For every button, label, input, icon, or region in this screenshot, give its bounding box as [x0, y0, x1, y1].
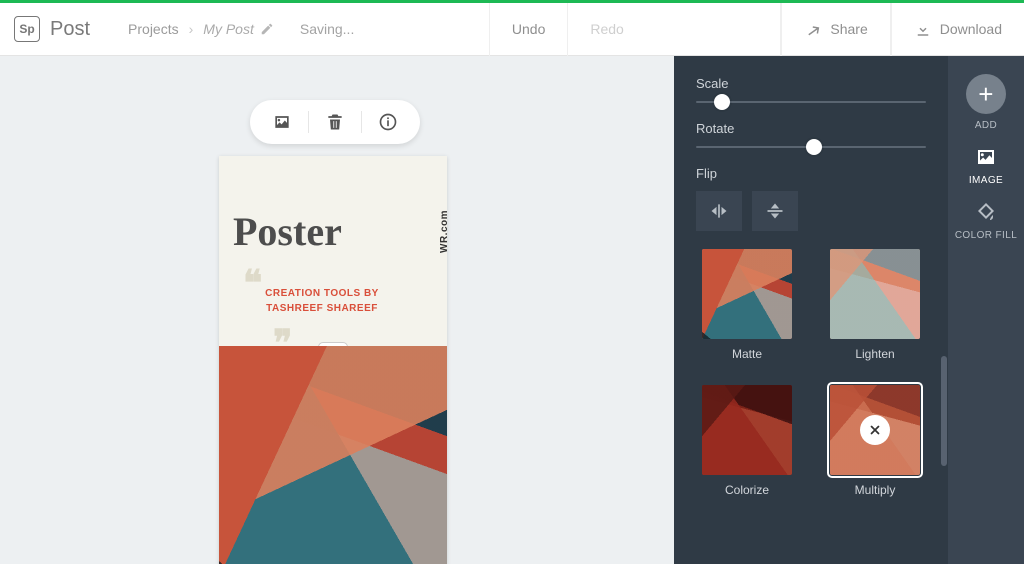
save-status: Saving... — [300, 21, 354, 37]
filter-grid: Matte Lighten Colorize Multiply — [696, 249, 926, 497]
image-tab[interactable]: IMAGE — [948, 145, 1024, 186]
color-fill-label: COLOR FILL — [955, 230, 1017, 241]
poster-image[interactable] — [219, 346, 447, 564]
right-rail: + ADD IMAGE COLOR FILL — [948, 56, 1024, 564]
share-label: Share — [830, 21, 867, 37]
scale-slider-thumb[interactable] — [714, 94, 730, 110]
poster-side-text[interactable]: WR.com — [439, 210, 450, 253]
color-fill-tab[interactable]: COLOR FILL — [948, 200, 1024, 241]
flip-horizontal-icon — [709, 202, 729, 220]
filter-colorize[interactable]: Colorize — [696, 385, 798, 497]
workarea: Poster WR.com ❝ CREATION TOOLS BY TASHRE… — [0, 56, 1024, 564]
filter-thumb — [830, 249, 920, 339]
redo-button[interactable]: Redo — [567, 3, 645, 56]
info-icon — [378, 112, 398, 132]
brand-logo: Sp — [14, 16, 40, 42]
share-button[interactable]: Share — [781, 3, 889, 56]
trash-icon — [325, 112, 345, 132]
chevron-right-icon: › — [189, 21, 194, 37]
poster-canvas[interactable]: Poster WR.com ❝ CREATION TOOLS BY TASHRE… — [219, 156, 447, 564]
filter-multiply[interactable]: Multiply — [824, 385, 926, 497]
image-icon — [974, 145, 998, 169]
download-label: Download — [940, 21, 1002, 37]
divider — [308, 111, 309, 133]
divider — [361, 111, 362, 133]
plus-icon: + — [966, 74, 1006, 114]
filter-label: Matte — [696, 347, 798, 361]
flip-label: Flip — [696, 166, 926, 181]
filter-thumb — [702, 249, 792, 339]
brand: Sp Post — [0, 16, 104, 42]
top-toolbar: Sp Post Projects › My Post Saving... Und… — [0, 3, 1024, 56]
add-button[interactable]: + ADD — [948, 74, 1024, 131]
flip-vertical-icon — [765, 202, 785, 220]
scale-label: Scale — [696, 76, 926, 91]
scale-slider[interactable] — [696, 101, 926, 103]
download-button[interactable]: Download — [891, 3, 1024, 56]
poster-subtitle[interactable]: CREATION TOOLS BY TASHREEF SHAREEF — [257, 286, 387, 316]
download-icon — [914, 20, 932, 38]
canvas-zone[interactable]: Poster WR.com ❝ CREATION TOOLS BY TASHRE… — [0, 56, 674, 564]
rotate-slider-thumb[interactable] — [806, 139, 822, 155]
rotate-label: Rotate — [696, 121, 926, 136]
filter-label: Colorize — [696, 483, 798, 497]
filter-lighten[interactable]: Lighten — [824, 249, 926, 361]
filter-thumb — [830, 385, 920, 475]
remove-filter-button[interactable] — [860, 415, 890, 445]
poster-header[interactable]: Poster WR.com ❝ CREATION TOOLS BY TASHRE… — [219, 156, 447, 346]
filter-thumb — [702, 385, 792, 475]
breadcrumb-doc[interactable]: My Post — [203, 21, 274, 37]
close-icon — [868, 423, 882, 437]
info-button[interactable] — [373, 107, 403, 137]
rotate-group: Rotate — [696, 121, 926, 148]
panel-scrollbar-thumb[interactable] — [941, 356, 947, 466]
context-toolbar — [250, 100, 420, 144]
rotate-slider[interactable] — [696, 146, 926, 148]
flip-horizontal-button[interactable] — [696, 191, 742, 231]
filter-label: Lighten — [824, 347, 926, 361]
pencil-icon[interactable] — [260, 22, 274, 36]
filter-label: Multiply — [824, 483, 926, 497]
panel-scrollbar[interactable] — [940, 56, 948, 564]
undo-button[interactable]: Undo — [489, 3, 567, 56]
properties-panel: Scale Rotate Flip — [674, 56, 948, 564]
filter-matte[interactable]: Matte — [696, 249, 798, 361]
poster-title[interactable]: Poster — [233, 208, 342, 255]
image-icon — [272, 112, 292, 132]
scale-group: Scale — [696, 76, 926, 103]
paint-bucket-icon — [974, 200, 998, 224]
share-icon — [804, 20, 822, 38]
brand-product: Post — [50, 18, 90, 41]
breadcrumb: Projects › My Post — [104, 21, 274, 37]
breadcrumb-projects[interactable]: Projects — [128, 21, 179, 37]
replace-image-button[interactable] — [267, 107, 297, 137]
flip-group: Flip — [696, 166, 926, 231]
flip-vertical-button[interactable] — [752, 191, 798, 231]
add-label: ADD — [975, 120, 997, 131]
image-tab-label: IMAGE — [969, 175, 1003, 186]
breadcrumb-doc-label: My Post — [203, 21, 254, 37]
delete-button[interactable] — [320, 107, 350, 137]
